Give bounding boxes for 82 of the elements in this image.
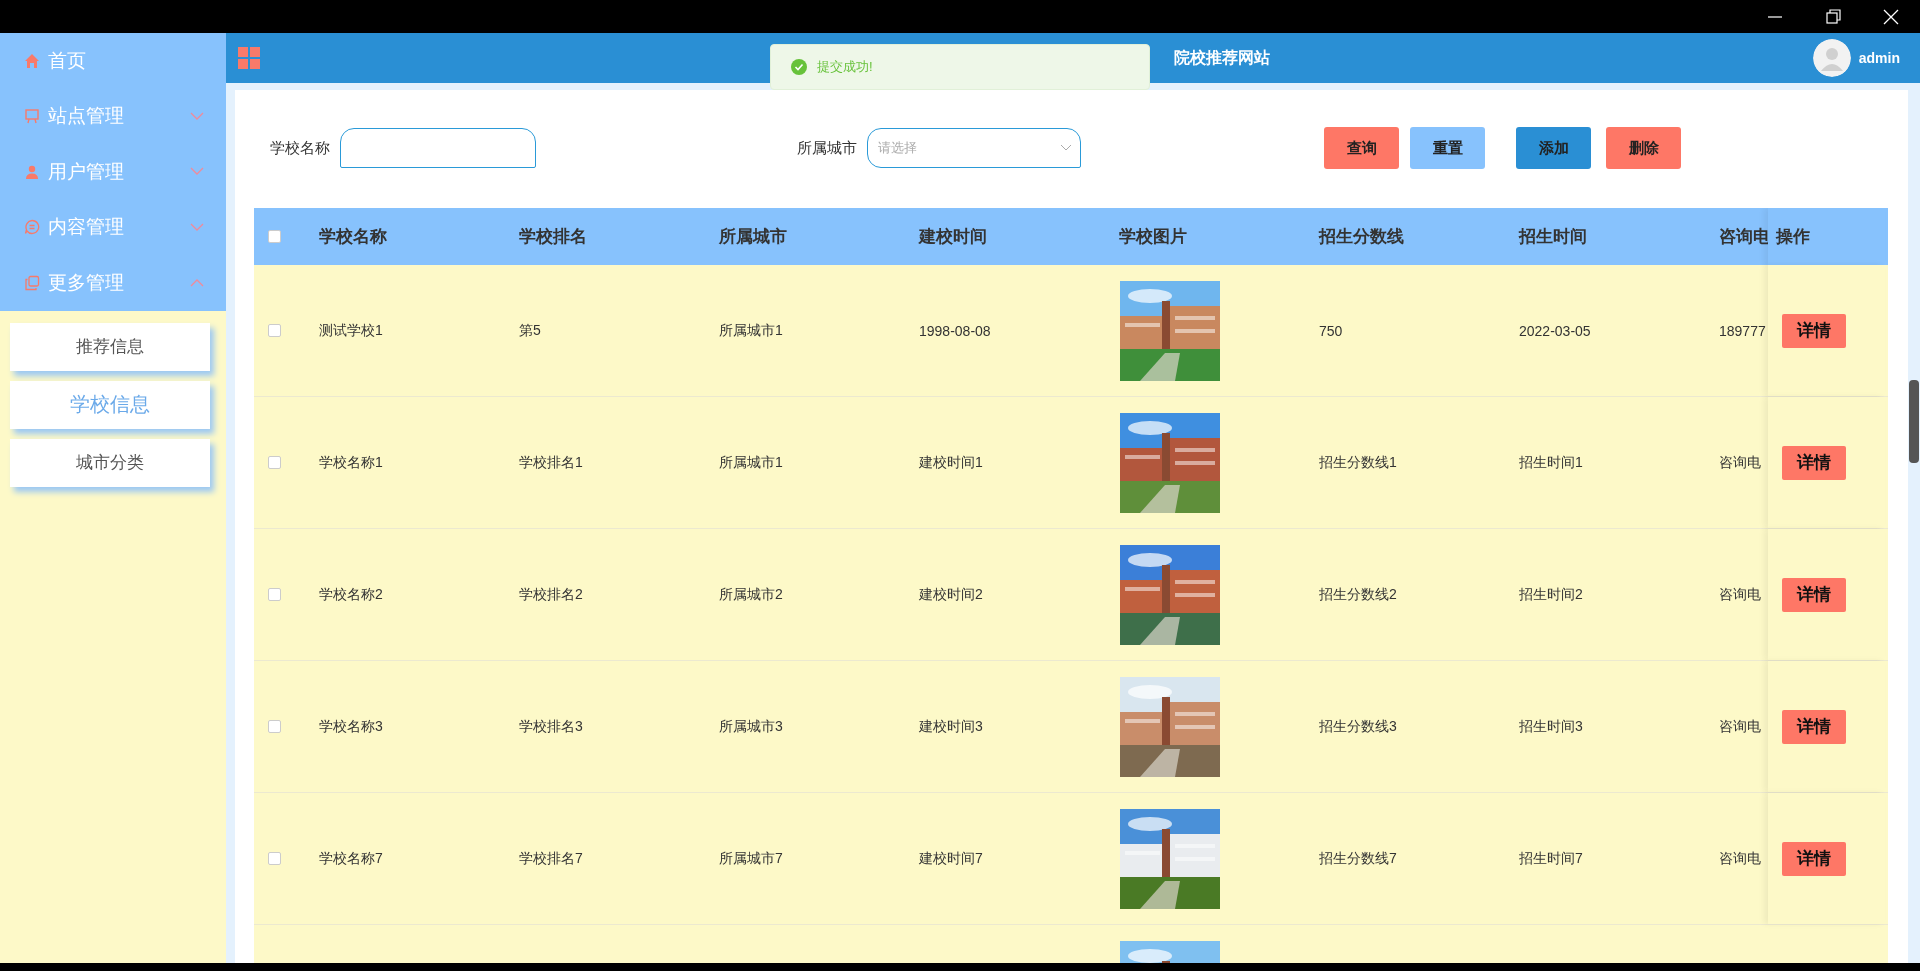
checkbox[interactable] [268,230,281,243]
column-header: 招生分数线 [1317,226,1405,248]
grid-icon[interactable] [238,47,260,69]
submenu-item[interactable]: 城市分类 [10,438,210,487]
restore-icon[interactable] [1824,7,1842,26]
detail-button[interactable]: 详情 [1782,577,1846,612]
column-header: 操作 [1776,226,1810,248]
avatar-icon[interactable] [1812,39,1851,77]
checkbox[interactable] [268,720,281,733]
chevron-down-icon [190,111,204,121]
checkbox[interactable] [268,588,281,601]
table-cell: 招生分数线1 [1319,453,1397,470]
table-cell: 咨询电 [1719,849,1761,866]
table-cell: 咨询电 [1719,453,1761,470]
user-name[interactable]: admin [1858,50,1900,66]
table-cell: 学校排名7 [519,849,583,866]
table-cell: 所属城市1 [719,321,783,338]
detail-button[interactable]: 详情 [1782,841,1846,876]
table-cell: 1998-08-08 [919,322,991,339]
chevron-down-icon [1060,144,1072,152]
column-header: 建校时间 [917,226,988,248]
checkbox[interactable] [268,852,281,865]
check-circle-icon [791,59,807,75]
table-cell: 招生时间2 [1519,585,1583,602]
chevron-up-icon [190,278,204,288]
table-cell: 招生分数线7 [1319,849,1397,866]
table-cell: 学校名称1 [319,453,383,470]
easel-icon [24,108,40,125]
table-cell: 750 [1319,322,1343,339]
chevron-down-icon [190,167,204,177]
checkbox[interactable] [268,456,281,469]
table-cell: 测试学校1 [319,321,383,338]
table-cell: 2022-03-05 [1519,322,1591,339]
field-label: 所属城市 [797,138,857,158]
column-header: 招生时间 [1517,226,1588,248]
input-field[interactable] [340,128,536,168]
home-icon [24,52,40,69]
action-button[interactable]: 删除 [1606,127,1681,169]
chat-icon [24,219,40,236]
table-cell: 建校时间2 [919,585,983,602]
detail-button[interactable]: 详情 [1782,709,1846,744]
submenu-item[interactable]: 推荐信息 [10,322,210,371]
table-cell: 第5 [519,321,541,338]
table-cell: 建校时间7 [919,849,983,866]
column-header: 所属城市 [718,226,788,248]
chevron-down-icon [190,222,204,232]
table-cell: 所属城市7 [719,849,783,866]
toast-message: 提交成功! [817,58,873,76]
field-label: 学校名称 [270,138,330,158]
action-button[interactable]: 添加 [1516,127,1591,169]
table-cell: 所属城市1 [719,453,783,470]
table-cell: 咨询电 [1719,717,1761,734]
user-icon [24,163,40,180]
table-cell: 学校排名1 [519,453,583,470]
column-header: 学校排名 [518,226,588,248]
table-cell: 学校名称7 [319,849,383,866]
table-cell: 建校时间1 [919,453,983,470]
table-cell: 招生分数线2 [1319,585,1397,602]
table-cell: 招生时间7 [1519,849,1583,866]
site-title: 院校推荐网站 [1174,47,1270,68]
table-cell: 招生时间1 [1519,453,1583,470]
table-cell: 所属城市2 [719,585,783,602]
table-cell: 学校排名3 [519,717,583,734]
checkbox[interactable] [268,324,281,337]
close-icon[interactable] [1882,7,1900,26]
column-header: 学校名称 [318,226,388,248]
scrollbar-thumb[interactable] [1909,380,1919,463]
table-cell: 招生分数线3 [1319,717,1397,734]
action-button[interactable]: 查询 [1324,127,1399,169]
table-cell: 建校时间3 [919,717,983,734]
table-cell: 学校名称3 [319,717,383,734]
detail-button[interactable]: 详情 [1782,313,1846,348]
copy-icon [24,274,40,291]
column-header: 学校图片 [1118,226,1188,248]
action-button[interactable]: 重置 [1410,127,1485,169]
table-cell: 所属城市3 [719,717,783,734]
detail-button[interactable]: 详情 [1782,445,1846,480]
table-cell: 学校排名2 [519,585,583,602]
table-cell: 招生时间3 [1519,717,1583,734]
table-cell: 咨询电 [1719,585,1761,602]
table-cell: 189777 [1719,322,1766,339]
table-cell: 学校名称2 [319,585,383,602]
